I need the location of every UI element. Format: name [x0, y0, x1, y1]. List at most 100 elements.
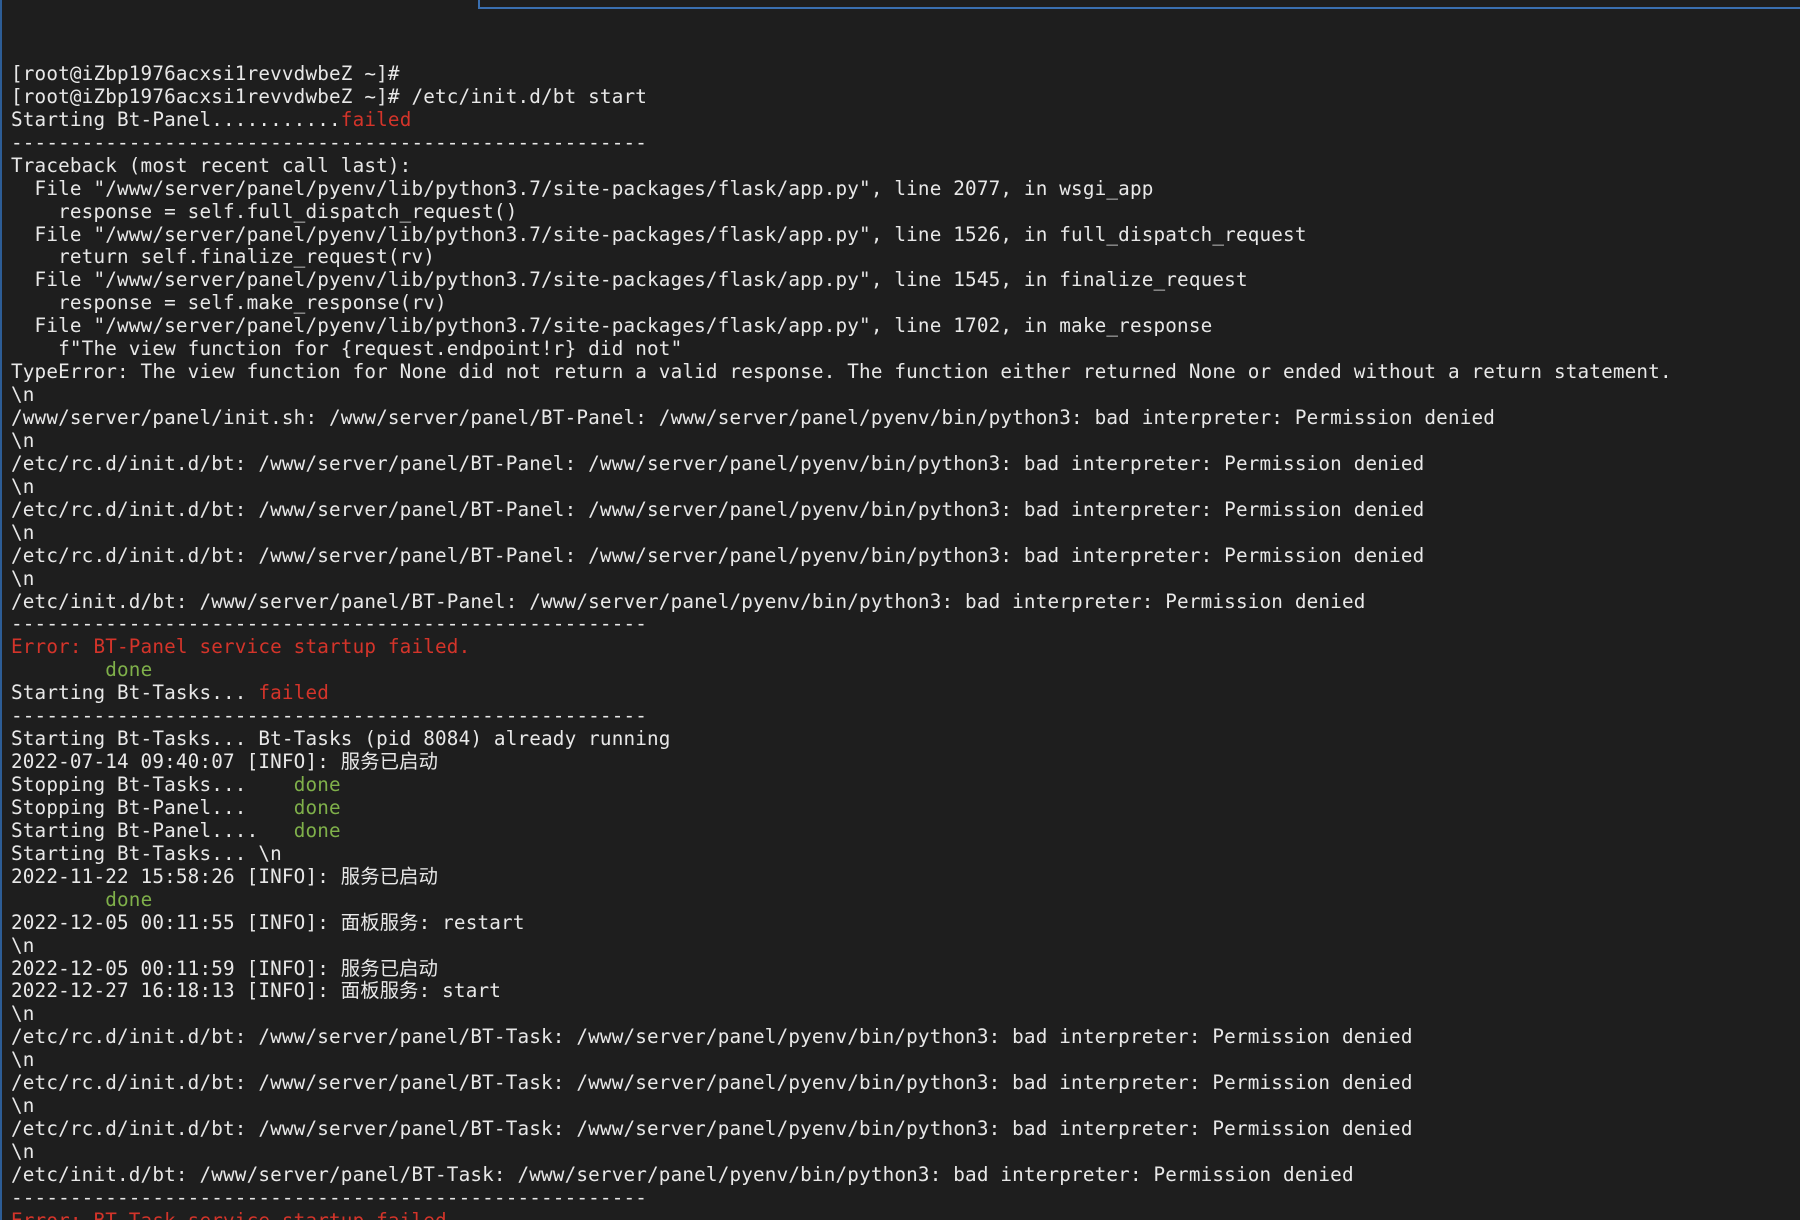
terminal-line: \n — [11, 1002, 1796, 1026]
terminal-line: \n — [11, 520, 1796, 545]
terminal-line: Starting Bt-Panel...........failed — [11, 107, 1796, 132]
terminal-line: /etc/rc.d/init.d/bt: /www/server/panel/B… — [11, 1117, 1796, 1141]
terminal-text: \n — [11, 1094, 35, 1118]
terminal-line: \n — [11, 428, 1796, 453]
terminal-text: Starting Bt-Tasks... — [11, 681, 259, 705]
terminal-line: Error: BT-Panel service startup failed. — [11, 635, 1796, 659]
terminal-line: response = self.full_dispatch_request() — [11, 199, 1796, 224]
terminal-line: File "/www/server/panel/pyenv/lib/python… — [11, 176, 1796, 201]
terminal-line: /etc/init.d/bt: /www/server/panel/BT-Tas… — [11, 1163, 1796, 1187]
terminal-line: Stopping Bt-Panel... done — [11, 795, 1796, 820]
terminal-line: Starting Bt-Tasks... failed — [11, 681, 1796, 705]
terminal-text: Stopping Bt-Panel... — [11, 795, 294, 819]
terminal-text: 2022-12-27 16:18:13 [INFO]: 面板服务: start — [11, 979, 502, 1003]
terminal-text: File "/www/server/panel/pyenv/lib/python… — [11, 176, 1154, 200]
terminal-output[interactable]: [root@iZbp1976acxsi1revvdwbeZ ~]# [root@i… — [11, 40, 1796, 1220]
terminal-text: TypeError: The view function for None di… — [11, 360, 1672, 384]
terminal-text: \n — [11, 933, 35, 957]
terminal-line: File "/www/server/panel/pyenv/lib/python… — [11, 314, 1796, 338]
terminal-line: ----------------------------------------… — [11, 130, 1796, 155]
terminal-line: [root@iZbp1976acxsi1revvdwbeZ ~]# /etc/i… — [11, 84, 1796, 109]
terminal-tab-active[interactable] — [0, 0, 478, 9]
terminal-text: \n — [11, 520, 35, 544]
terminal-text: /etc/rc.d/init.d/bt: /www/server/panel/B… — [11, 1025, 1413, 1049]
terminal-line: f"The view function for {request.endpoin… — [11, 337, 1796, 361]
terminal-line: Starting Bt-Panel.... done — [11, 818, 1796, 843]
terminal-tab-strip — [478, 0, 1800, 9]
terminal-text: Starting Bt-Panel........... — [11, 107, 341, 131]
terminal-line: /etc/rc.d/init.d/bt: /www/server/panel/B… — [11, 497, 1796, 522]
terminal-line: Error: BT-Task service startup failed. — [11, 1209, 1796, 1220]
terminal-line: \n — [11, 383, 1796, 407]
terminal-text: return self.finalize_request(rv) — [11, 245, 436, 269]
terminal-line: 2022-11-22 15:58:26 [INFO]: 服务已启动 — [11, 864, 1796, 889]
terminal-text: 2022-12-05 00:11:55 [INFO]: 面板服务: restar… — [11, 910, 525, 934]
terminal-line: /etc/rc.d/init.d/bt: /www/server/panel/B… — [11, 1071, 1796, 1095]
terminal-line: File "/www/server/panel/pyenv/lib/python… — [11, 268, 1796, 292]
terminal-text: [root@iZbp1976acxsi1revvdwbeZ ~]# /etc/i… — [11, 84, 648, 108]
terminal-line: \n — [11, 933, 1796, 958]
terminal-text: /www/server/panel/init.sh: /www/server/p… — [11, 406, 1496, 429]
terminal-text: Stopping Bt-Tasks... — [11, 773, 294, 796]
terminal-text: /etc/rc.d/init.d/bt: /www/server/panel/B… — [11, 1117, 1413, 1141]
status-done: done — [105, 658, 153, 682]
terminal-text: \n — [11, 428, 35, 452]
terminal-text: /etc/rc.d/init.d/bt: /www/server/panel/B… — [11, 1071, 1413, 1095]
terminal-line: Stopping Bt-Tasks... done — [11, 773, 1796, 797]
terminal-tab-bar — [0, 0, 1800, 10]
terminal-line: \n — [11, 1094, 1796, 1118]
terminal-line: done — [11, 887, 1796, 912]
terminal-text: f"The view function for {request.endpoin… — [11, 337, 683, 361]
terminal-text: /etc/rc.d/init.d/bt: /www/server/panel/B… — [11, 543, 1425, 567]
terminal-text: File "/www/server/panel/pyenv/lib/python… — [11, 314, 1213, 338]
terminal-line: response = self.make_response(rv) — [11, 291, 1796, 315]
terminal-line: \n — [11, 1048, 1796, 1072]
terminal-line: [root@iZbp1976acxsi1revvdwbeZ ~]# — [11, 61, 1796, 86]
terminal-text: Starting Bt-Tasks... Bt-Tasks (pid 8084)… — [11, 727, 671, 751]
terminal-line: ----------------------------------------… — [11, 1185, 1796, 1210]
window-left-border — [0, 0, 2, 1220]
status-done: done — [293, 795, 341, 819]
terminal-line: /etc/rc.d/init.d/bt: /www/server/panel/B… — [11, 1025, 1796, 1049]
terminal-line: /etc/rc.d/init.d/bt: /www/server/panel/B… — [11, 451, 1796, 476]
terminal-text: \n — [11, 1002, 35, 1026]
terminal-text: ----------------------------------------… — [11, 1185, 648, 1209]
terminal-line: /www/server/panel/init.sh: /www/server/p… — [11, 406, 1796, 430]
status-done: done — [293, 818, 341, 842]
terminal-text: \n — [11, 1048, 35, 1072]
terminal-text: /etc/rc.d/init.d/bt: /www/server/panel/B… — [11, 451, 1425, 475]
error-text: Error: BT-Panel service startup failed. — [11, 635, 471, 659]
terminal-line: /etc/init.d/bt: /www/server/panel/BT-Pan… — [11, 589, 1796, 614]
terminal-text: 2022-07-14 09:40:07 [INFO]: 服务已启动 — [11, 750, 439, 774]
terminal-text: /etc/rc.d/init.d/bt: /www/server/panel/B… — [11, 497, 1425, 521]
terminal-line: Starting Bt-Tasks... Bt-Tasks (pid 8084)… — [11, 727, 1796, 751]
terminal-text: Starting Bt-Panel.... — [11, 818, 294, 842]
terminal-text: ----------------------------------------… — [11, 130, 648, 154]
terminal-line: ----------------------------------------… — [11, 612, 1796, 636]
terminal-text: \n — [11, 1140, 35, 1163]
terminal-text: 2022-11-22 15:58:26 [INFO]: 服务已启动 — [11, 864, 439, 888]
terminal-text: ----------------------------------------… — [11, 612, 648, 636]
terminal-text: [root@iZbp1976acxsi1revvdwbeZ ~]# — [11, 61, 400, 85]
terminal-line: Traceback (most recent call last): — [11, 153, 1796, 178]
error-text: failed — [258, 681, 330, 705]
status-done: done — [105, 887, 153, 911]
terminal-text: \n — [11, 474, 35, 498]
terminal-text: File "/www/server/panel/pyenv/lib/python… — [11, 222, 1307, 246]
terminal-line: \n — [11, 474, 1796, 499]
terminal-line: /etc/rc.d/init.d/bt: /www/server/panel/B… — [11, 543, 1796, 568]
terminal-text: Traceback (most recent call last): — [11, 153, 412, 177]
terminal-text: response = self.make_response(rv) — [11, 291, 447, 315]
terminal-line: ----------------------------------------… — [11, 704, 1796, 728]
terminal-line: 2022-12-05 00:11:55 [INFO]: 面板服务: restar… — [11, 910, 1796, 935]
terminal-line: \n — [11, 1140, 1796, 1164]
terminal-text: /etc/init.d/bt: /www/server/panel/BT-Pan… — [11, 589, 1366, 613]
terminal-text: response = self.full_dispatch_request() — [11, 199, 518, 223]
terminal-line: done — [11, 658, 1796, 682]
terminal-text: \n — [11, 566, 35, 590]
terminal-line: TypeError: The view function for None di… — [11, 360, 1796, 384]
terminal-line: 2022-12-05 00:11:59 [INFO]: 服务已启动 — [11, 957, 1796, 981]
